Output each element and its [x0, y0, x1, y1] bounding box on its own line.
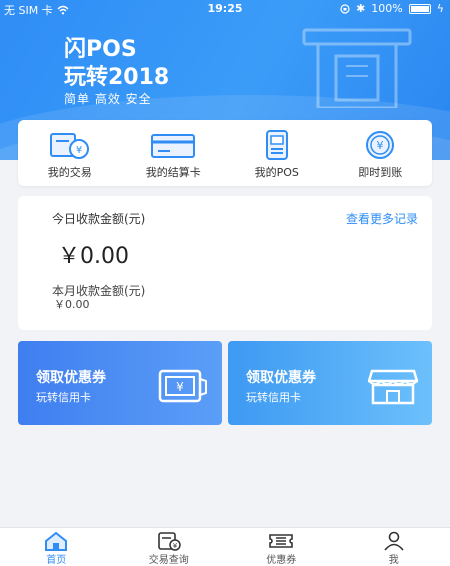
battery-icon: [408, 3, 431, 14]
today-earnings-label: 今日收款金额(元): [52, 212, 146, 226]
promo-title-line2: 玩转2018: [64, 65, 170, 90]
promo-subtitle: 简单 高效 安全: [64, 92, 152, 106]
coupon-title: 领取优惠券: [246, 370, 316, 386]
charging-icon: ϟ: [436, 2, 444, 15]
quick-actions: ¥ 我的交易 我的结算卡 我的POS ¥ 即时到账: [18, 120, 432, 186]
tab-label: 交易查询: [148, 555, 189, 566]
earnings-card: 今日收款金额(元) 查看更多记录 ￥0.00 本月收款金额(元) ￥0.00: [18, 196, 432, 330]
coupon-banner-store[interactable]: 领取优惠券 玩转信用卡: [228, 341, 432, 425]
quick-action-my-pos[interactable]: 我的POS: [225, 120, 329, 186]
transaction-query-icon: ¥: [157, 532, 181, 551]
tab-transaction-query[interactable]: ¥ 交易查询: [113, 528, 226, 566]
coupon-icon: [269, 534, 294, 548]
coupon-subtitle: 玩转信用卡: [246, 391, 301, 404]
svg-text:¥: ¥: [173, 542, 178, 550]
storefront-icon: [368, 369, 418, 405]
promo-title: 闪POS 玩转2018: [64, 36, 169, 92]
tab-label: 我: [388, 555, 399, 566]
atm-icon: [302, 28, 412, 108]
quick-action-label: 我的POS: [254, 166, 299, 179]
tab-home[interactable]: 首页: [0, 528, 113, 566]
quick-action-settlement-card[interactable]: 我的结算卡: [122, 120, 226, 186]
tab-label: 优惠券: [266, 555, 297, 566]
view-more-records-link[interactable]: 查看更多记录: [346, 210, 418, 227]
quick-action-instant-settlement[interactable]: ¥ 即时到账: [329, 120, 433, 186]
bank-card-icon: [151, 134, 196, 158]
battery-percent: 100%: [371, 2, 403, 15]
coupon-banner-credit-card[interactable]: 领取优惠券 玩转信用卡 ¥: [18, 341, 222, 425]
yuan-coin-icon: ¥: [366, 131, 395, 159]
user-icon: [384, 531, 404, 551]
quick-action-label: 我的结算卡: [145, 166, 201, 179]
quick-action-label: 即时到账: [358, 166, 403, 179]
bluetooth-icon: ✱: [356, 2, 366, 15]
tab-coupons[interactable]: 优惠券: [225, 528, 338, 566]
status-bar: 无 SIM 卡 19:25 ✱ 100% ϟ: [0, 0, 450, 18]
quick-action-label: 我的交易: [47, 166, 92, 179]
svg-text:¥: ¥: [377, 139, 384, 152]
bottom-tab-bar: 首页 ¥ 交易查询 优惠券 我: [0, 527, 450, 566]
tab-me[interactable]: 我: [338, 528, 450, 566]
home-icon: [45, 531, 68, 551]
wallet-yuan-icon: ¥: [49, 133, 89, 159]
lock-rotation-icon: [340, 3, 350, 14]
svg-text:¥: ¥: [76, 145, 82, 156]
promo-title-line1: 闪POS: [64, 37, 137, 62]
quick-action-my-transactions[interactable]: ¥ 我的交易: [18, 120, 122, 186]
coupon-title: 领取优惠券: [36, 370, 106, 386]
pos-terminal-icon: [265, 130, 288, 160]
tab-label: 首页: [46, 555, 67, 566]
today-earnings-amount: ￥0.00: [58, 244, 129, 269]
month-earnings-amount: ￥0.00: [54, 298, 90, 311]
ticket-yuan-icon: ¥: [158, 369, 207, 403]
coupon-subtitle: 玩转信用卡: [36, 391, 91, 404]
svg-text:¥: ¥: [176, 380, 184, 394]
